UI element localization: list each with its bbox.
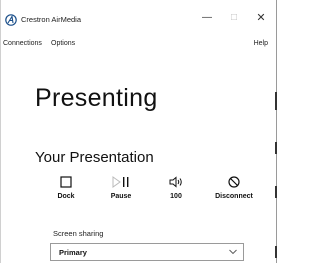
airmedia-window: Crestron AirMedia — □ ✕ Connections Opti… — [0, 0, 277, 263]
screen-sharing-label: Screen sharing — [53, 229, 104, 238]
disconnect-label: Disconnect — [215, 193, 253, 200]
maximize-button[interactable]: □ — [224, 11, 244, 25]
dock-button[interactable]: Dock — [36, 175, 96, 200]
pause-button[interactable]: Pause — [91, 175, 151, 200]
volume-label: 100 — [170, 193, 182, 200]
scrollbar-marker — [275, 246, 277, 258]
menu-connections[interactable]: Connections — [3, 40, 42, 47]
screen-sharing-value: Primary — [59, 248, 87, 257]
disconnect-button[interactable]: Disconnect — [204, 175, 264, 200]
dock-label: Dock — [57, 193, 75, 200]
scrollbar-marker — [275, 142, 277, 154]
window-title: Crestron AirMedia — [21, 15, 82, 24]
screen-sharing-select[interactable]: Primary — [50, 243, 244, 261]
chevron-down-icon — [229, 249, 237, 255]
presentation-heading: Your Presentation — [35, 149, 154, 166]
menu-options[interactable]: Options — [51, 40, 75, 47]
title-bar[interactable]: Crestron AirMedia — □ ✕ — [1, 0, 276, 33]
scrollbar-marker — [275, 92, 277, 110]
dock-square-icon — [60, 176, 72, 188]
close-button[interactable]: ✕ — [251, 11, 271, 25]
prohibited-icon — [228, 176, 240, 188]
speaker-icon — [169, 176, 182, 188]
pause-label: Pause — [110, 193, 132, 200]
minimize-button[interactable]: — — [197, 11, 217, 25]
scrollbar-marker — [275, 186, 277, 198]
play-pause-icon — [112, 176, 129, 188]
airmedia-logo-icon — [5, 14, 17, 26]
status-heading: Presenting — [35, 84, 158, 112]
volume-button[interactable]: 100 — [146, 175, 206, 200]
menu-help[interactable]: Help — [254, 40, 268, 47]
menu-bar: Connections Options Help — [1, 38, 276, 52]
